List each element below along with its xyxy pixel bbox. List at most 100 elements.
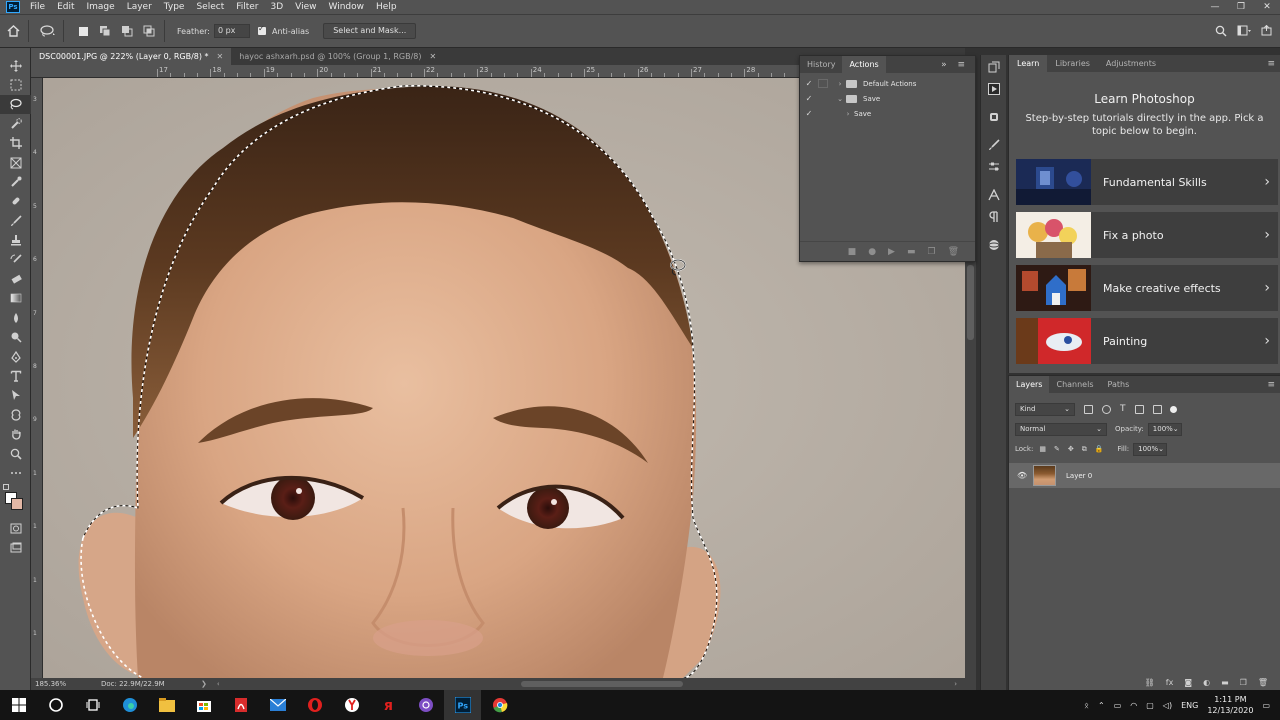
tab-actions[interactable]: Actions	[842, 56, 886, 73]
dialog-toggle-box[interactable]	[818, 79, 828, 88]
tab-paths[interactable]: Paths	[1101, 376, 1137, 393]
menu-view[interactable]: View	[289, 0, 322, 14]
adjustments-sliders-icon[interactable]	[981, 157, 1007, 177]
link-layers-icon[interactable]: ⛓	[1145, 678, 1155, 687]
expand-arrow-icon[interactable]: ›	[842, 110, 854, 118]
color-swatches[interactable]	[0, 483, 30, 519]
quick-mask-icon[interactable]	[0, 519, 31, 538]
actions-panel-icon[interactable]	[981, 79, 1007, 99]
opacity-input[interactable]: 100% ⌄	[1147, 422, 1182, 436]
paragraph-panel-icon[interactable]	[981, 207, 1007, 227]
close-tab-icon[interactable]: ✕	[217, 52, 224, 61]
blur-tool-icon[interactable]	[0, 308, 31, 327]
close-tab-icon[interactable]: ✕	[430, 52, 437, 61]
frame-tool-icon[interactable]	[0, 153, 31, 172]
history-panel-icon[interactable]	[981, 57, 1007, 77]
menu-select[interactable]: Select	[190, 0, 230, 14]
scrollbar-thumb[interactable]	[967, 265, 974, 340]
play-icon[interactable]: ▶	[888, 247, 895, 257]
home-icon[interactable]	[4, 22, 22, 40]
new-set-folder-icon[interactable]: ▬	[907, 247, 916, 257]
antialias-checkbox[interactable]	[257, 24, 266, 35]
search-taskbar-button[interactable]	[37, 690, 74, 720]
document-tab[interactable]: hayoc ashxarh.psd @ 100% (Group 1, RGB/8…	[231, 48, 444, 65]
character-panel-icon[interactable]	[981, 185, 1007, 205]
action-set-row[interactable]: ✓ › Default Actions	[800, 76, 975, 91]
select-and-mask-button[interactable]: Select and Mask...	[323, 23, 417, 39]
chrome-icon[interactable]	[481, 690, 518, 720]
clone-stamp-tool-icon[interactable]	[0, 231, 31, 250]
tray-expand-icon[interactable]: ⌃	[1098, 701, 1105, 710]
menu-layer[interactable]: Layer	[121, 0, 158, 14]
toggle-check-icon[interactable]: ✓	[800, 109, 818, 118]
file-explorer-icon[interactable]	[148, 690, 185, 720]
delete-layer-icon[interactable]: 🗑	[1258, 678, 1268, 687]
delete-icon[interactable]: 🗑	[948, 247, 959, 257]
viber-icon[interactable]	[407, 690, 444, 720]
notifications-icon[interactable]: ▭	[1262, 701, 1270, 710]
intersect-selection-icon[interactable]	[140, 22, 158, 40]
document-tab-active[interactable]: DSC00001.JPG @ 222% (Layer 0, RGB/8) * ✕	[31, 48, 232, 65]
status-menu-arrow-icon[interactable]: ❯	[201, 680, 207, 688]
crop-tool-icon[interactable]	[0, 134, 31, 153]
layer-filter-dropdown[interactable]: Kind ⌄	[1015, 402, 1075, 416]
smart-object-filter-icon[interactable]	[1152, 404, 1162, 414]
learn-card-make-creative-effects[interactable]: Make creative effects ›	[1016, 265, 1278, 311]
pdf-app-icon[interactable]	[222, 690, 259, 720]
workspace-icon[interactable]	[1237, 25, 1251, 37]
scroll-left-icon[interactable]: ‹	[217, 680, 220, 688]
blend-mode-dropdown[interactable]: Normal ⌄	[1015, 422, 1107, 436]
toggle-check-icon[interactable]: ✓	[800, 79, 818, 88]
tab-learn[interactable]: Learn	[1009, 55, 1048, 72]
start-button[interactable]	[0, 690, 37, 720]
lock-image-icon[interactable]: ✎	[1054, 445, 1060, 453]
task-view-button[interactable]	[74, 690, 111, 720]
eyedropper-tool-icon[interactable]	[0, 172, 31, 191]
new-selection-icon[interactable]	[74, 22, 92, 40]
opera-browser-icon[interactable]	[296, 690, 333, 720]
fill-input[interactable]: 100% ⌄	[1133, 442, 1168, 456]
panel-menu-icon[interactable]: » ≡	[941, 60, 969, 70]
yandex-app-icon[interactable]: я	[370, 690, 407, 720]
layer-name[interactable]: Layer 0	[1066, 472, 1092, 480]
menu-type[interactable]: Type	[158, 0, 191, 14]
feather-input[interactable]: 0 px	[213, 24, 250, 38]
clock[interactable]: 1:11 PM 12/13/2020	[1207, 694, 1253, 716]
tab-libraries[interactable]: Libraries	[1047, 55, 1098, 72]
adjustment-filter-icon[interactable]	[1102, 404, 1111, 414]
panel-menu-icon[interactable]: ≡	[1267, 380, 1275, 390]
brush-tool-icon[interactable]	[0, 211, 31, 230]
default-colors-icon[interactable]	[3, 483, 9, 490]
close-window-button[interactable]: ✕	[1254, 2, 1280, 12]
people-icon[interactable]: ᛟ	[1084, 701, 1089, 710]
lock-all-icon[interactable]: 🔒	[1095, 445, 1104, 453]
lasso-tool-preset-icon[interactable]	[39, 22, 57, 40]
layer-style-icon[interactable]: fx	[1166, 678, 1174, 687]
type-tool-icon[interactable]	[0, 366, 31, 385]
tab-adjustments[interactable]: Adjustments	[1098, 55, 1164, 72]
minimize-button[interactable]: —	[1202, 2, 1228, 12]
record-icon[interactable]: ●	[868, 247, 876, 257]
tab-layers[interactable]: Layers	[1009, 376, 1050, 393]
healing-brush-tool-icon[interactable]	[0, 192, 31, 211]
3d-panel-icon[interactable]	[981, 235, 1007, 255]
expand-arrow-icon[interactable]: ›	[834, 80, 846, 88]
pen-tool-icon[interactable]	[0, 347, 31, 366]
new-layer-icon[interactable]: ❐	[1240, 678, 1247, 687]
lock-position-icon[interactable]: ✥	[1068, 445, 1074, 453]
scroll-right-icon[interactable]: ›	[954, 680, 957, 688]
background-color-swatch[interactable]	[11, 497, 23, 510]
custom-shape-tool-icon[interactable]	[0, 405, 31, 424]
search-icon[interactable]	[1215, 25, 1227, 37]
lock-transparent-icon[interactable]: ▦	[1039, 445, 1046, 453]
hand-tool-icon[interactable]	[0, 424, 31, 443]
yandex-browser-icon[interactable]	[333, 690, 370, 720]
menu-window[interactable]: Window	[323, 0, 371, 14]
pixel-filter-icon[interactable]	[1084, 404, 1093, 414]
battery-icon[interactable]: ▭	[1114, 701, 1122, 710]
zoom-level[interactable]: 185.36%	[31, 680, 91, 688]
menu-help[interactable]: Help	[370, 0, 403, 14]
menu-filter[interactable]: Filter	[230, 0, 264, 14]
collapse-arrow-icon[interactable]: ⌄	[834, 95, 846, 103]
learn-card-fix-a-photo[interactable]: Fix a photo ›	[1016, 212, 1278, 258]
